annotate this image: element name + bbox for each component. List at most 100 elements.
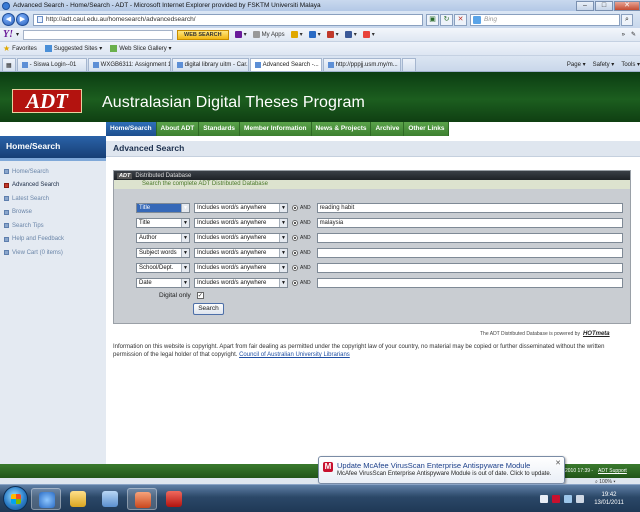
search-term-input[interactable] bbox=[316, 247, 623, 258]
hotmeta-link[interactable]: HOTmeta bbox=[583, 331, 610, 337]
search-button[interactable]: Search bbox=[193, 303, 224, 315]
taskbar-acrobat[interactable] bbox=[159, 488, 189, 510]
toolbar-app-4[interactable]: ▾ bbox=[344, 31, 357, 38]
field-select[interactable]: Title ▼ bbox=[136, 217, 190, 228]
digital-only-checkbox[interactable]: ✓ bbox=[196, 292, 204, 299]
sidebar-item[interactable]: Home/Search bbox=[0, 165, 106, 179]
browser-tab[interactable]: http://pppjj.usm.my/m... bbox=[322, 58, 401, 71]
taskbar-media[interactable] bbox=[95, 488, 125, 510]
tab-list-icon[interactable]: ▦ bbox=[2, 58, 16, 71]
toolbar-app-3[interactable]: ▾ bbox=[326, 31, 339, 38]
and-option[interactable]: AND bbox=[292, 204, 311, 211]
operator-select[interactable]: Includes word/s anywhere ▼ bbox=[194, 217, 288, 228]
favorites-star-icon[interactable]: ★ bbox=[3, 44, 10, 53]
operator-select[interactable]: Includes word/s anywhere ▼ bbox=[194, 262, 288, 273]
and-option[interactable]: AND bbox=[292, 219, 311, 226]
footer-support-link[interactable]: ADT Support bbox=[598, 468, 627, 474]
forward-button[interactable]: ▶ bbox=[16, 13, 29, 26]
operator-select[interactable]: Includes word/s anywhere ▼ bbox=[194, 232, 288, 243]
nav-item[interactable]: About ADT bbox=[156, 122, 200, 136]
operator-select[interactable]: Includes word/s anywhere ▼ bbox=[194, 202, 288, 213]
and-option[interactable]: AND bbox=[292, 234, 311, 241]
taskbar-ie[interactable] bbox=[31, 488, 61, 510]
favorites-item[interactable]: Suggested Sites ▾ bbox=[44, 45, 102, 52]
nav-item[interactable]: Archive bbox=[371, 122, 405, 136]
close-icon[interactable]: ✕ bbox=[555, 459, 561, 467]
field-select[interactable]: Date ▼ bbox=[136, 277, 190, 288]
and-radio[interactable] bbox=[292, 234, 298, 241]
browser-tab[interactable]: WXGB6311: Assignment 1 ... bbox=[87, 58, 171, 71]
nav-item[interactable]: Member Information bbox=[240, 122, 312, 136]
search-term-input[interactable] bbox=[316, 277, 623, 288]
search-term-input[interactable]: malaysia bbox=[316, 217, 623, 228]
and-radio[interactable] bbox=[292, 264, 298, 271]
stop-icon[interactable]: ✕ bbox=[454, 13, 467, 26]
adt-logo[interactable]: ADT bbox=[12, 89, 82, 113]
sidebar-item[interactable]: Browse bbox=[0, 206, 106, 220]
compatibility-icon[interactable]: ▣ bbox=[426, 13, 439, 26]
and-radio[interactable] bbox=[292, 249, 298, 256]
volume-icon[interactable] bbox=[576, 495, 584, 503]
mcafee-notification[interactable]: M Update McAfee VirusScan Enterprise Ant… bbox=[318, 456, 565, 484]
command-1[interactable]: Safety ▾ bbox=[593, 61, 615, 68]
mcafee-tray-icon[interactable] bbox=[552, 495, 560, 503]
and-option[interactable]: AND bbox=[292, 249, 311, 256]
my-apps-tool[interactable]: My Apps bbox=[252, 31, 285, 38]
taskbar-explorer[interactable] bbox=[63, 488, 93, 510]
sidebar-item[interactable]: Advanced Search bbox=[0, 179, 106, 193]
search-term-input[interactable] bbox=[316, 262, 623, 273]
refresh-icon[interactable]: ↻ bbox=[440, 13, 453, 26]
yahoo-dropdown-icon[interactable]: ▾ bbox=[16, 31, 19, 38]
new-tab-button[interactable] bbox=[401, 58, 416, 71]
operator-select[interactable]: Includes word/s anywhere ▼ bbox=[194, 277, 288, 288]
favorites-label[interactable]: Favorites bbox=[12, 46, 37, 52]
toolbar-app-5[interactable]: ▾ bbox=[362, 31, 375, 38]
sidebar-item[interactable]: Help and Feedback bbox=[0, 233, 106, 247]
maximize-button[interactable]: □ bbox=[595, 0, 613, 11]
search-go-icon[interactable]: ⌕ bbox=[621, 13, 633, 26]
command-0[interactable]: Page ▾ bbox=[567, 61, 586, 68]
field-select[interactable]: Title ▼ bbox=[136, 202, 190, 213]
yahoo-search-input[interactable] bbox=[23, 29, 174, 40]
toolbar-settings-icon[interactable]: ✎ bbox=[631, 31, 636, 38]
start-button[interactable] bbox=[3, 486, 28, 511]
caul-link[interactable]: Council of Australian University Librari… bbox=[239, 352, 350, 358]
tray-arrow-icon[interactable] bbox=[540, 495, 548, 503]
browser-tab[interactable]: digital library uitm - Car... bbox=[171, 58, 249, 71]
and-option[interactable]: AND bbox=[292, 264, 311, 271]
address-field[interactable]: http://adt.caul.edu.au/homesearch/advanc… bbox=[33, 13, 423, 26]
field-select[interactable]: School/Dept. ▼ bbox=[136, 262, 190, 273]
yahoo-logo[interactable]: Y! bbox=[3, 29, 13, 40]
system-clock[interactable]: 19:42 13/01/2011 bbox=[592, 491, 626, 507]
mail-tool[interactable]: ▾ bbox=[234, 31, 247, 38]
taskbar-powerpoint[interactable] bbox=[127, 488, 157, 510]
command-2[interactable]: Tools ▾ bbox=[621, 61, 640, 68]
field-select[interactable]: Subject words ▼ bbox=[136, 247, 190, 258]
web-search-button[interactable]: WEB SEARCH bbox=[177, 29, 229, 40]
and-radio[interactable] bbox=[292, 279, 298, 286]
sidebar-item[interactable]: View Cart (0 items) bbox=[0, 246, 106, 260]
nav-item[interactable]: Home/Search bbox=[106, 122, 157, 136]
search-term-input[interactable] bbox=[316, 232, 623, 243]
browser-tab[interactable]: Advanced Search -... bbox=[249, 58, 322, 71]
toolbar-app-1[interactable]: ▾ bbox=[290, 31, 303, 38]
and-option[interactable]: AND bbox=[292, 279, 311, 286]
nav-item[interactable]: News & Projects bbox=[311, 122, 372, 136]
and-radio[interactable] bbox=[292, 219, 298, 226]
favorites-item[interactable]: Web Slice Gallery ▾ bbox=[110, 45, 172, 52]
sidebar-item[interactable]: Search Tips bbox=[0, 219, 106, 233]
minimize-button[interactable]: – bbox=[576, 0, 594, 11]
nav-item[interactable]: Other Links bbox=[404, 122, 450, 136]
close-button[interactable]: ✕ bbox=[614, 0, 640, 11]
back-button[interactable]: ◀ bbox=[2, 13, 15, 26]
toolbar-options-icon[interactable]: » bbox=[622, 32, 625, 38]
search-term-input[interactable]: reading habit bbox=[316, 202, 623, 213]
browser-tab[interactable]: - Siswa Login--01 bbox=[16, 58, 87, 71]
toolbar-app-2[interactable]: ▾ bbox=[308, 31, 321, 38]
nav-item[interactable]: Standards bbox=[199, 122, 241, 136]
bing-search-input[interactable]: Bing bbox=[470, 13, 620, 26]
and-radio[interactable] bbox=[292, 204, 298, 211]
sidebar-item[interactable]: Latest Search bbox=[0, 192, 106, 206]
operator-select[interactable]: Includes word/s anywhere ▼ bbox=[194, 247, 288, 258]
network-icon[interactable] bbox=[564, 495, 572, 503]
